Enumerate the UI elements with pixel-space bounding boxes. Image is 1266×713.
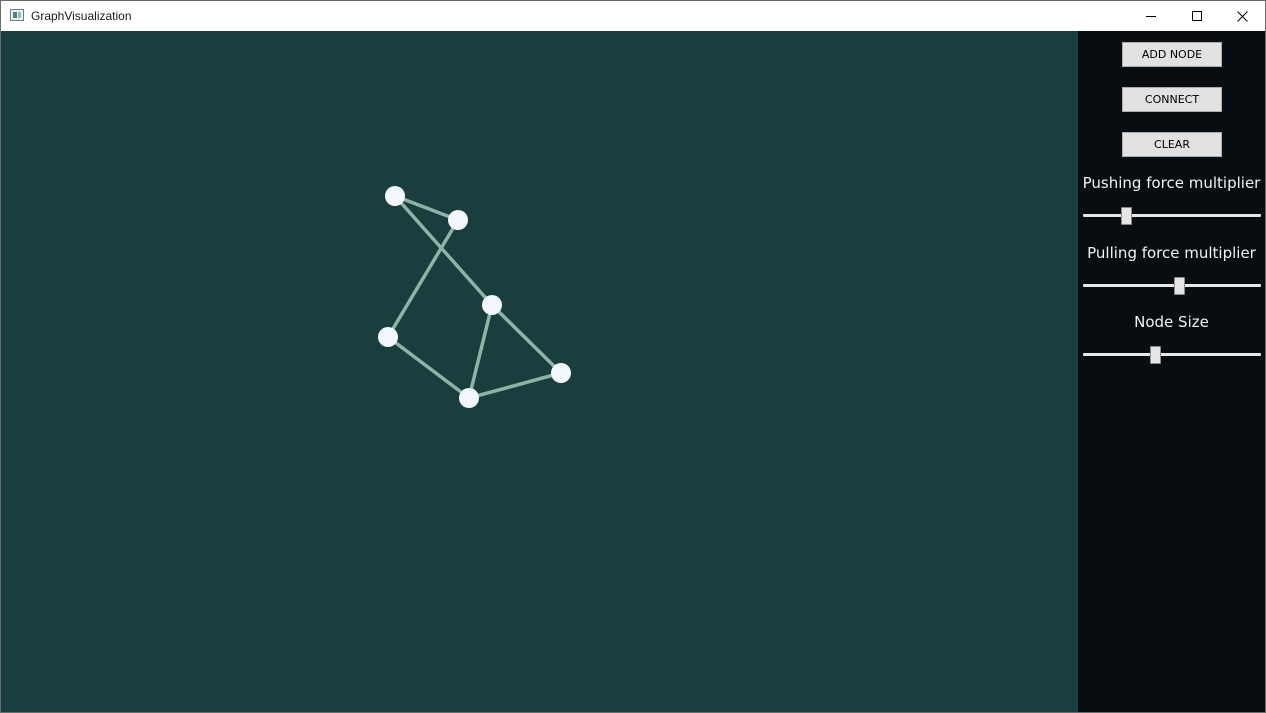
app-icon [10, 9, 24, 21]
graph-edge-n1-n3 [393, 194, 494, 307]
close-icon [1236, 10, 1248, 22]
node-size-label: Node Size [1134, 313, 1209, 331]
graph-node-n4[interactable] [378, 327, 398, 347]
close-button[interactable] [1219, 1, 1265, 31]
slider-track[interactable] [1083, 353, 1261, 356]
control-sidebar: ADD NODE CONNECT CLEAR Pushing force mul… [1078, 31, 1265, 712]
graph-edge-n3-n5 [490, 303, 563, 375]
add-node-button[interactable]: ADD NODE [1122, 42, 1222, 67]
node-size-slider[interactable] [1083, 345, 1261, 365]
maximize-button[interactable] [1174, 1, 1220, 31]
graph-svg[interactable] [1, 31, 1078, 713]
pulling-force-label: Pulling force multiplier [1087, 244, 1256, 262]
maximize-icon [1192, 11, 1202, 21]
graph-canvas[interactable] [1, 31, 1078, 713]
clear-button[interactable]: CLEAR [1122, 132, 1222, 157]
minimize-button[interactable] [1128, 1, 1174, 31]
pushing-force-slider[interactable] [1083, 206, 1261, 226]
graph-node-n5[interactable] [551, 363, 571, 383]
graph-edge-n3-n6 [467, 303, 494, 400]
slider-thumb[interactable] [1120, 207, 1132, 225]
app-window: GraphVisualization ADD NODE CONNECT CLEA… [0, 0, 1266, 713]
minimize-icon [1146, 16, 1156, 17]
graph-node-n1[interactable] [385, 186, 405, 206]
graph-edge-n6-n5 [467, 371, 563, 400]
graph-node-n6[interactable] [459, 388, 479, 408]
connect-button[interactable]: CONNECT [1122, 87, 1222, 112]
slider-thumb[interactable] [1150, 346, 1162, 364]
slider-thumb[interactable] [1173, 277, 1185, 295]
graph-node-n3[interactable] [482, 295, 502, 315]
graph-edge-n2-n4 [386, 218, 460, 339]
graph-node-n2[interactable] [448, 210, 468, 230]
graph-edge-n4-n6 [386, 335, 471, 400]
pushing-force-label: Pushing force multiplier [1082, 174, 1261, 192]
slider-track[interactable] [1083, 284, 1261, 287]
pulling-force-slider[interactable] [1083, 276, 1261, 296]
slider-track[interactable] [1083, 214, 1261, 217]
title-bar[interactable]: GraphVisualization [1, 1, 1265, 31]
window-title: GraphVisualization [31, 9, 132, 23]
